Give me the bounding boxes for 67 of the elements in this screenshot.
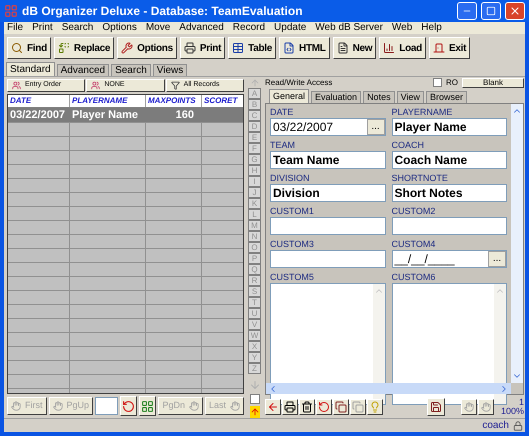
blank-button[interactable]: Blank xyxy=(462,78,524,88)
field-label: CUSTOM1 xyxy=(270,205,315,217)
field-label: CUSTOM2 xyxy=(392,205,436,217)
field-label: DIVISION xyxy=(270,172,311,184)
tab[interactable]: Views xyxy=(152,64,188,76)
menu-item[interactable]: Print xyxy=(32,23,53,33)
toolbar-button[interactable]: Print xyxy=(180,37,226,59)
tab[interactable]: Search xyxy=(111,64,151,76)
table-row[interactable]: 03/22/2007 Player Name 160 xyxy=(8,108,243,123)
window-title: dB Organizer Deluxe - Database: TeamEvaluation xyxy=(22,3,304,20)
toolbar-button[interactable]: Find xyxy=(7,37,51,59)
field-label: DATE xyxy=(270,106,294,118)
field-value: 03/22/2007 xyxy=(272,119,334,136)
zoom-level: 100% xyxy=(500,406,524,416)
table-cell-text: Player Name xyxy=(71,108,140,123)
toolbar-button[interactable]: Load xyxy=(379,37,426,59)
tab[interactable]: General xyxy=(269,89,310,103)
tab[interactable]: View xyxy=(396,91,424,103)
input-field[interactable]: Coach Name xyxy=(392,151,507,169)
toolbar-button[interactable]: Replace xyxy=(54,37,114,59)
input-field[interactable]: Team Name xyxy=(270,151,386,169)
field-label: PLAYERNAME xyxy=(392,106,454,118)
toolbar-button[interactable]: Options xyxy=(117,37,177,59)
menu-item[interactable]: Web xyxy=(392,23,412,33)
field-value: __/__/____ xyxy=(393,251,456,268)
menu-item[interactable]: Options xyxy=(102,23,137,33)
input-field[interactable]: __/__/____ ... xyxy=(392,250,507,268)
field-label: CUSTOM5 xyxy=(270,271,315,283)
record-number: 1 xyxy=(518,398,524,406)
tab[interactable]: Advanced xyxy=(56,64,110,76)
tab[interactable]: Standard xyxy=(6,62,55,76)
field-label: SHORTNOTE xyxy=(392,172,449,184)
menu-item[interactable]: Update xyxy=(274,23,306,33)
toolbar-button[interactable]: HTML xyxy=(279,37,330,59)
input-field[interactable]: 03/22/2007 ... xyxy=(270,118,386,136)
input-field[interactable]: Short Notes xyxy=(392,184,507,202)
column-header[interactable]: MAXPOINTS xyxy=(146,95,202,107)
user-name: coach xyxy=(482,419,509,433)
tab[interactable]: Evaluation xyxy=(311,91,362,103)
toolbar-button[interactable]: New xyxy=(332,37,376,59)
toolbar-button[interactable]: Table xyxy=(228,37,276,59)
menu-item[interactable]: Help xyxy=(421,23,442,33)
field-label: COACH xyxy=(392,139,426,151)
tab[interactable]: Browser xyxy=(426,91,467,103)
column-header[interactable]: PLAYERNAME xyxy=(70,95,146,107)
column-header[interactable]: SCORET xyxy=(202,95,243,107)
table-cell-text: 03/22/2007 xyxy=(9,108,66,123)
field-label: CUSTOM3 xyxy=(270,238,315,250)
date-picker-button[interactable]: ... xyxy=(366,119,384,135)
date-picker-button[interactable]: ... xyxy=(488,251,506,267)
column-header[interactable]: DATE xyxy=(8,95,70,107)
menu-item[interactable]: Move xyxy=(146,23,170,33)
menu-item[interactable]: Advanced xyxy=(179,23,224,33)
menu-item[interactable]: File xyxy=(7,23,24,33)
field-label: TEAM xyxy=(270,139,296,151)
ro-label: RO xyxy=(446,76,458,88)
field-label: CUSTOM4 xyxy=(392,238,436,250)
tab[interactable]: Notes xyxy=(363,91,395,103)
input-field[interactable]: Division xyxy=(270,184,386,202)
menu-item[interactable]: Search xyxy=(62,23,94,33)
menu-item[interactable]: Record xyxy=(232,23,266,33)
access-label: Read/Write Access xyxy=(265,76,334,88)
menu-item[interactable]: Web dB Server xyxy=(315,23,383,33)
field-label: CUSTOM6 xyxy=(392,271,436,283)
input-field[interactable]: Player Name xyxy=(392,118,507,136)
table-cell-text: 160 xyxy=(174,108,195,123)
toolbar-button[interactable]: Exit xyxy=(428,37,470,59)
